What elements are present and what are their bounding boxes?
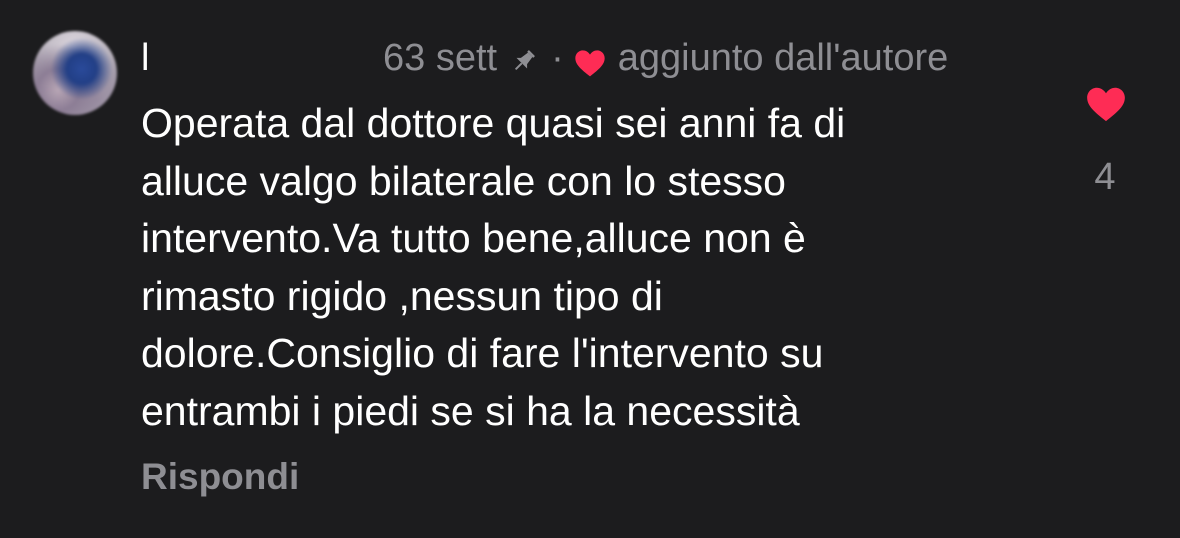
heart-icon (574, 44, 606, 77)
pin-icon (509, 43, 539, 73)
comment-author-name[interactable]: l (141, 36, 149, 80)
like-count: 4 (1094, 156, 1116, 198)
like-button[interactable] (1085, 86, 1127, 122)
comment-meta: 63 sett · aggiunto dall'autore (383, 36, 948, 80)
comment-timestamp: 63 sett (383, 36, 498, 79)
avatar[interactable] (33, 31, 117, 115)
heart-icon (1087, 87, 1125, 122)
reply-button[interactable]: Rispondi (141, 455, 299, 499)
author-like-label: aggiunto dall'autore (617, 36, 949, 79)
meta-separator: · (551, 36, 564, 79)
comment-text: Operata dal dottore quasi sei anni fa di… (141, 100, 846, 434)
